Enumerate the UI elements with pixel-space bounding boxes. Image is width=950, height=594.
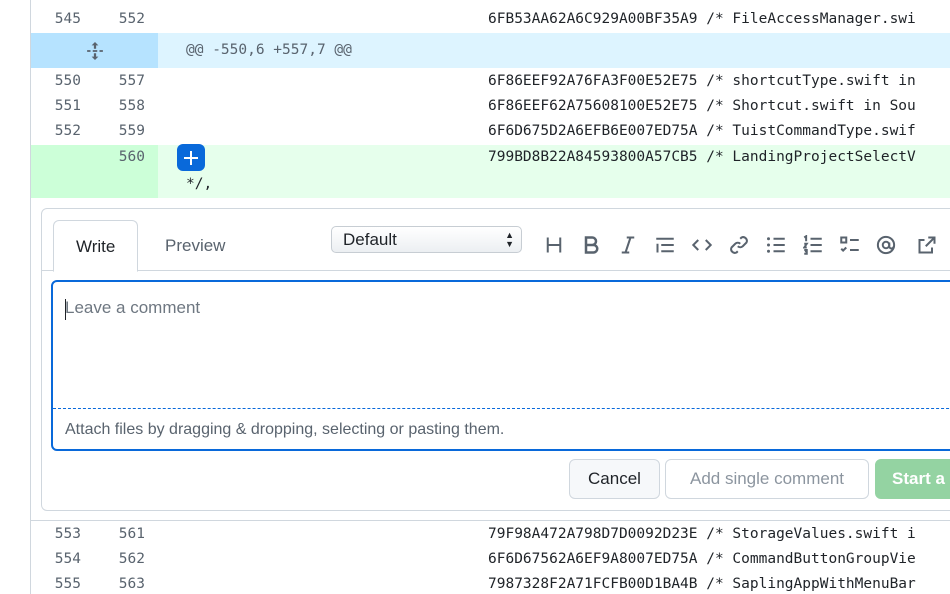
old-line-number[interactable]: 550: [31, 69, 94, 94]
format-select[interactable]: Default ▲ ▼: [331, 226, 522, 253]
diff-row[interactable]: 545 552 6FB53AA62A6C929A00BF35A9 /* File…: [31, 7, 950, 32]
code-line: 6F86EEF62A75608100E52E75 /* Shortcut.swi…: [488, 98, 916, 114]
left-page-edge: [0, 0, 31, 594]
new-line-number[interactable]: 560: [94, 145, 158, 170]
unordered-list-icon[interactable]: [764, 233, 788, 257]
heading-icon[interactable]: [542, 233, 566, 257]
italic-icon[interactable]: [616, 233, 640, 257]
comment-textarea[interactable]: Leave a comment Attach files by dragging…: [51, 280, 950, 451]
code-line: 6F86EEF92A76FA3F00E52E75 /* shortcutType…: [488, 73, 916, 89]
code-line: 6F6D67562A6EF9A8007ED75A /* CommandButto…: [488, 551, 916, 567]
new-line-number[interactable]: 558: [94, 94, 158, 119]
added-diff-row[interactable]: 560 799BD8B22A84593800A57CB5 /* LandingP…: [31, 145, 950, 170]
new-line-number[interactable]: 559: [94, 119, 158, 144]
new-line-number[interactable]: 561: [94, 522, 158, 547]
quote-icon[interactable]: [653, 233, 677, 257]
diff-row[interactable]: 550 557 6F86EEF92A76FA3F00E52E75 /* shor…: [31, 69, 950, 94]
attach-files-hint[interactable]: Attach files by dragging & dropping, sel…: [65, 421, 504, 439]
code-line: 6FB53AA62A6C929A00BF35A9 /* FileAccessMa…: [488, 11, 916, 27]
old-line-number[interactable]: [31, 145, 94, 170]
text-caret: [65, 299, 66, 320]
reference-icon[interactable]: [915, 233, 939, 257]
diff-row[interactable]: 552 559 6F6D675D2A6EFB6E007ED75A /* Tuis…: [31, 119, 950, 144]
editor-tabs: Write Preview Default ▲ ▼: [42, 209, 950, 272]
diff-row[interactable]: 551 558 6F86EEF62A75608100E52E75 /* Shor…: [31, 94, 950, 119]
old-line-number[interactable]: 555: [31, 572, 94, 594]
added-line-continuation: */,: [31, 170, 950, 198]
link-icon[interactable]: [727, 233, 751, 257]
select-arrows-icon: ▲ ▼: [505, 230, 514, 249]
old-line-number[interactable]: 551: [31, 94, 94, 119]
tab-preview[interactable]: Preview: [143, 220, 247, 272]
new-line-number[interactable]: 563: [94, 572, 158, 594]
inline-comment-form: Write Preview Default ▲ ▼ Leave a commen…: [41, 208, 950, 511]
add-comment-button[interactable]: [177, 144, 205, 171]
divider: [31, 520, 950, 521]
code-line: 79F98A472A798D7D0092D23E /* StorageValue…: [488, 526, 916, 542]
start-review-button[interactable]: Start a: [875, 459, 950, 499]
tab-write[interactable]: Write: [53, 220, 139, 272]
new-line-number[interactable]: 562: [94, 547, 158, 572]
new-line-number[interactable]: 552: [94, 7, 158, 32]
diff-row[interactable]: 553 561 79F98A472A798D7D0092D23E /* Stor…: [31, 522, 950, 547]
format-select-value: Default: [343, 230, 397, 249]
task-list-icon[interactable]: [838, 233, 862, 257]
hunk-header: @@ -550,6 +557,7 @@: [31, 33, 950, 68]
code-line: 799BD8B22A84593800A57CB5 /* LandingProje…: [488, 149, 916, 165]
code-line: 7987328F2A71FCFB00D1BA4B /* SaplingAppWi…: [488, 576, 916, 592]
hunk-text: @@ -550,6 +557,7 @@: [186, 42, 352, 58]
old-line-number[interactable]: 545: [31, 7, 94, 32]
old-line-number[interactable]: 553: [31, 522, 94, 547]
add-single-comment-button[interactable]: Add single comment: [665, 459, 869, 499]
comment-placeholder: Leave a comment: [65, 298, 201, 317]
old-line-number[interactable]: 554: [31, 547, 94, 572]
mention-icon[interactable]: [874, 233, 898, 257]
bold-icon[interactable]: [579, 233, 603, 257]
diff-row[interactable]: 555 563 7987328F2A71FCFB00D1BA4B /* Sapl…: [31, 572, 950, 594]
diff-row[interactable]: 554 562 6F6D67562A6EF9A8007ED75A /* Comm…: [31, 547, 950, 572]
old-line-number[interactable]: 552: [31, 119, 94, 144]
dropzone-divider: [53, 408, 950, 409]
expand-icon[interactable]: [31, 33, 158, 68]
cancel-button[interactable]: Cancel: [569, 459, 660, 499]
code-line: 6F6D675D2A6EFB6E007ED75A /* TuistCommand…: [488, 123, 916, 139]
new-line-number[interactable]: 557: [94, 69, 158, 94]
code-icon[interactable]: [690, 233, 714, 257]
plus-icon: [184, 150, 198, 165]
ordered-list-icon[interactable]: [801, 233, 825, 257]
